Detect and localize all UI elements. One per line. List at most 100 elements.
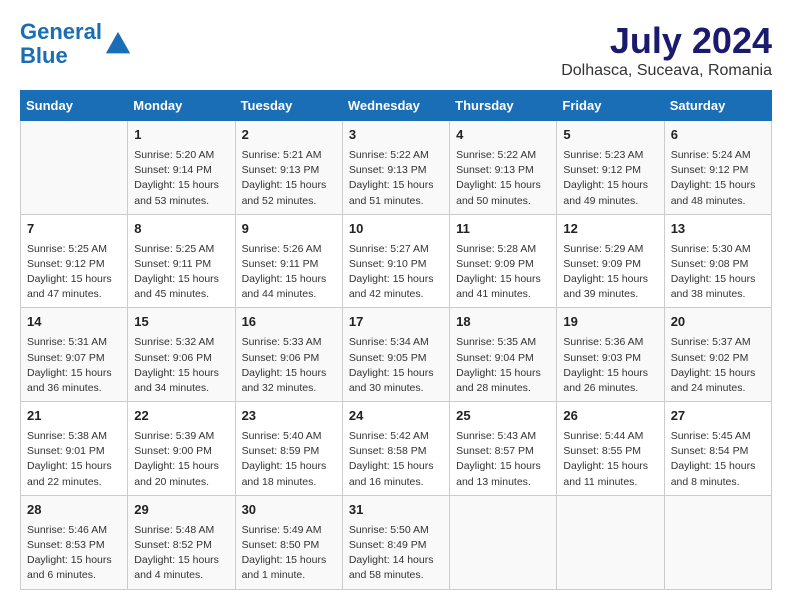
calendar-cell: 20 Sunrise: 5:37 AM Sunset: 9:02 PM Dayli… [664, 308, 771, 402]
day-number: 3 [349, 126, 443, 145]
day-number: 26 [563, 407, 657, 426]
title-block: July 2024 Dolhasca, Suceava, Romania [561, 20, 772, 80]
day-number: 18 [456, 313, 550, 332]
day-info: Sunrise: 5:30 AM Sunset: 9:08 PM Dayligh… [671, 242, 765, 303]
day-info: Sunrise: 5:36 AM Sunset: 9:03 PM Dayligh… [563, 335, 657, 396]
page-header: General Blue July 2024 Dolhasca, Suceava… [20, 20, 772, 80]
calendar-cell: 2 Sunrise: 5:21 AM Sunset: 9:13 PM Daylig… [235, 121, 342, 215]
calendar-week-row: 14 Sunrise: 5:31 AM Sunset: 9:07 PM Dayli… [21, 308, 772, 402]
day-info: Sunrise: 5:45 AM Sunset: 8:54 PM Dayligh… [671, 429, 765, 490]
day-info: Sunrise: 5:29 AM Sunset: 9:09 PM Dayligh… [563, 242, 657, 303]
day-info: Sunrise: 5:44 AM Sunset: 8:55 PM Dayligh… [563, 429, 657, 490]
calendar-cell: 14 Sunrise: 5:31 AM Sunset: 9:07 PM Dayli… [21, 308, 128, 402]
day-info: Sunrise: 5:26 AM Sunset: 9:11 PM Dayligh… [242, 242, 336, 303]
day-number: 5 [563, 126, 657, 145]
day-info: Sunrise: 5:42 AM Sunset: 8:58 PM Dayligh… [349, 429, 443, 490]
day-number: 14 [27, 313, 121, 332]
weekday-header: Wednesday [342, 91, 449, 121]
location: Dolhasca, Suceava, Romania [561, 62, 772, 80]
day-info: Sunrise: 5:24 AM Sunset: 9:12 PM Dayligh… [671, 148, 765, 209]
day-info: Sunrise: 5:27 AM Sunset: 9:10 PM Dayligh… [349, 242, 443, 303]
day-number: 8 [134, 220, 228, 239]
day-number: 2 [242, 126, 336, 145]
day-info: Sunrise: 5:31 AM Sunset: 9:07 PM Dayligh… [27, 335, 121, 396]
day-number: 19 [563, 313, 657, 332]
calendar-cell: 26 Sunrise: 5:44 AM Sunset: 8:55 PM Dayli… [557, 402, 664, 496]
calendar-cell [21, 121, 128, 215]
calendar-cell: 22 Sunrise: 5:39 AM Sunset: 9:00 PM Dayli… [128, 402, 235, 496]
calendar-cell: 30Sunrise: 5:49 AM Sunset: 8:50 PM Dayli… [235, 495, 342, 589]
day-info: Sunrise: 5:20 AM Sunset: 9:14 PM Dayligh… [134, 148, 228, 209]
day-info: Sunrise: 5:34 AM Sunset: 9:05 PM Dayligh… [349, 335, 443, 396]
day-info: Sunrise: 5:23 AM Sunset: 9:12 PM Dayligh… [563, 148, 657, 209]
calendar-cell: 29Sunrise: 5:48 AM Sunset: 8:52 PM Dayli… [128, 495, 235, 589]
day-info: Sunrise: 5:38 AM Sunset: 9:01 PM Dayligh… [27, 429, 121, 490]
day-number: 31 [349, 501, 443, 520]
calendar-cell [664, 495, 771, 589]
weekday-header: Friday [557, 91, 664, 121]
day-number: 17 [349, 313, 443, 332]
calendar-cell: 15 Sunrise: 5:32 AM Sunset: 9:06 PM Dayli… [128, 308, 235, 402]
day-number: 15 [134, 313, 228, 332]
calendar-cell: 1 Sunrise: 5:20 AM Sunset: 9:14 PM Daylig… [128, 121, 235, 215]
day-info: Sunrise: 5:28 AM Sunset: 9:09 PM Dayligh… [456, 242, 550, 303]
day-number: 27 [671, 407, 765, 426]
day-number: 20 [671, 313, 765, 332]
day-number: 16 [242, 313, 336, 332]
calendar-cell: 27 Sunrise: 5:45 AM Sunset: 8:54 PM Dayli… [664, 402, 771, 496]
calendar-cell: 18Sunrise: 5:35 AM Sunset: 9:04 PM Dayli… [450, 308, 557, 402]
calendar-cell: 8 Sunrise: 5:25 AM Sunset: 9:11 PM Daylig… [128, 214, 235, 308]
calendar-cell: 10 Sunrise: 5:27 AM Sunset: 9:10 PM Dayli… [342, 214, 449, 308]
calendar-cell: 16 Sunrise: 5:33 AM Sunset: 9:06 PM Dayli… [235, 308, 342, 402]
day-number: 6 [671, 126, 765, 145]
calendar-cell: 31Sunrise: 5:50 AM Sunset: 8:49 PM Dayli… [342, 495, 449, 589]
day-info: Sunrise: 5:46 AM Sunset: 8:53 PM Dayligh… [27, 523, 121, 584]
calendar-cell: 28 Sunrise: 5:46 AM Sunset: 8:53 PM Dayli… [21, 495, 128, 589]
month-year: July 2024 [561, 20, 772, 62]
calendar-cell [557, 495, 664, 589]
calendar-cell: 6 Sunrise: 5:24 AM Sunset: 9:12 PM Daylig… [664, 121, 771, 215]
day-number: 30 [242, 501, 336, 520]
day-info: Sunrise: 5:37 AM Sunset: 9:02 PM Dayligh… [671, 335, 765, 396]
calendar-cell: 11 Sunrise: 5:28 AM Sunset: 9:09 PM Dayli… [450, 214, 557, 308]
logo: General Blue [20, 20, 132, 68]
calendar-cell: 24 Sunrise: 5:42 AM Sunset: 8:58 PM Dayli… [342, 402, 449, 496]
day-info: Sunrise: 5:25 AM Sunset: 9:11 PM Dayligh… [134, 242, 228, 303]
calendar-cell: 17 Sunrise: 5:34 AM Sunset: 9:05 PM Dayli… [342, 308, 449, 402]
calendar-week-row: 21 Sunrise: 5:38 AM Sunset: 9:01 PM Dayli… [21, 402, 772, 496]
calendar-table: SundayMondayTuesdayWednesdayThursdayFrid… [20, 90, 772, 590]
day-number: 24 [349, 407, 443, 426]
day-number: 25 [456, 407, 550, 426]
day-number: 7 [27, 220, 121, 239]
weekday-header: Monday [128, 91, 235, 121]
logo-icon [104, 30, 132, 58]
weekday-header: Thursday [450, 91, 557, 121]
day-number: 22 [134, 407, 228, 426]
calendar-cell: 23Sunrise: 5:40 AM Sunset: 8:59 PM Dayli… [235, 402, 342, 496]
day-info: Sunrise: 5:22 AM Sunset: 9:13 PM Dayligh… [349, 148, 443, 209]
weekday-header: Tuesday [235, 91, 342, 121]
day-number: 28 [27, 501, 121, 520]
calendar-week-row: 1 Sunrise: 5:20 AM Sunset: 9:14 PM Daylig… [21, 121, 772, 215]
day-number: 11 [456, 220, 550, 239]
calendar-cell: 19 Sunrise: 5:36 AM Sunset: 9:03 PM Dayli… [557, 308, 664, 402]
day-number: 12 [563, 220, 657, 239]
day-info: Sunrise: 5:33 AM Sunset: 9:06 PM Dayligh… [242, 335, 336, 396]
calendar-cell: 5 Sunrise: 5:23 AM Sunset: 9:12 PM Daylig… [557, 121, 664, 215]
day-number: 10 [349, 220, 443, 239]
day-info: Sunrise: 5:22 AM Sunset: 9:13 PM Dayligh… [456, 148, 550, 209]
day-number: 21 [27, 407, 121, 426]
calendar-cell: 9Sunrise: 5:26 AM Sunset: 9:11 PM Daylig… [235, 214, 342, 308]
day-number: 1 [134, 126, 228, 145]
day-info: Sunrise: 5:21 AM Sunset: 9:13 PM Dayligh… [242, 148, 336, 209]
calendar-cell: 25 Sunrise: 5:43 AM Sunset: 8:57 PM Dayli… [450, 402, 557, 496]
calendar-cell: 13 Sunrise: 5:30 AM Sunset: 9:08 PM Dayli… [664, 214, 771, 308]
day-number: 13 [671, 220, 765, 239]
day-number: 23 [242, 407, 336, 426]
calendar-cell: 12 Sunrise: 5:29 AM Sunset: 9:09 PM Dayli… [557, 214, 664, 308]
day-info: Sunrise: 5:32 AM Sunset: 9:06 PM Dayligh… [134, 335, 228, 396]
day-info: Sunrise: 5:43 AM Sunset: 8:57 PM Dayligh… [456, 429, 550, 490]
day-info: Sunrise: 5:48 AM Sunset: 8:52 PM Dayligh… [134, 523, 228, 584]
weekday-header: Saturday [664, 91, 771, 121]
day-info: Sunrise: 5:39 AM Sunset: 9:00 PM Dayligh… [134, 429, 228, 490]
